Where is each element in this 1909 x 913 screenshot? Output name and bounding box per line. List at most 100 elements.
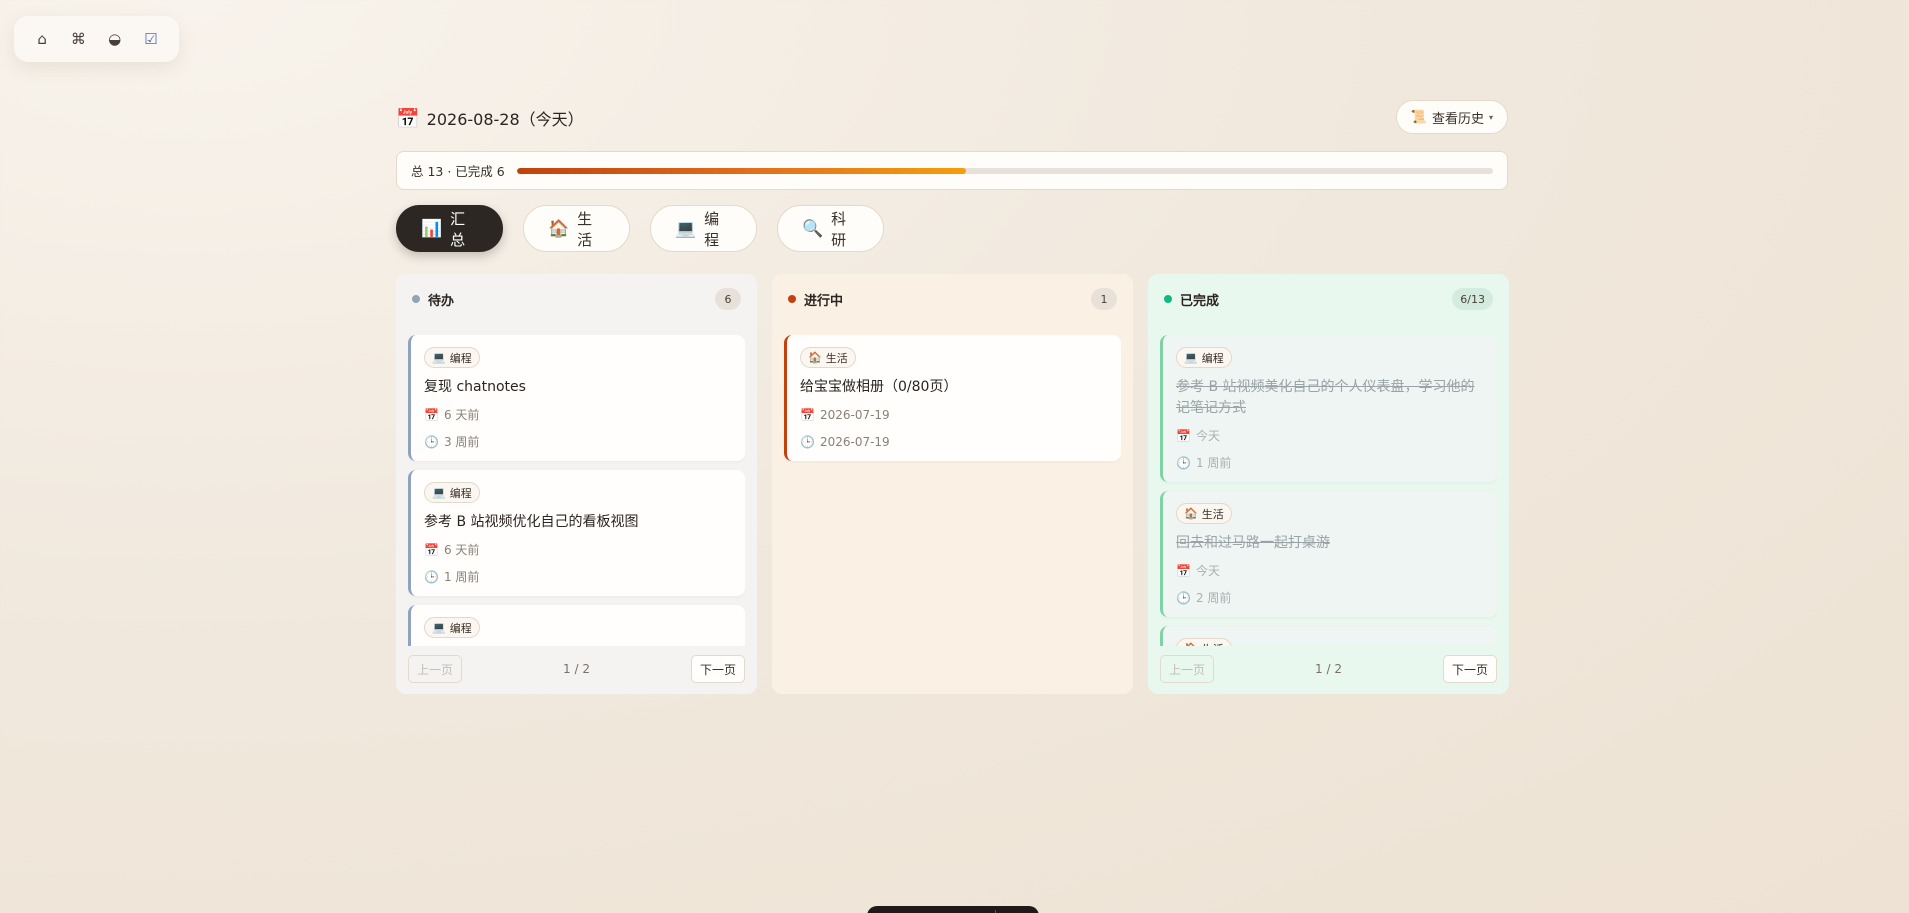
pagination: 上一页 1 / 2 下一页 bbox=[408, 654, 745, 684]
task-card[interactable]: 💻 编程 参考 B 站视频优化自己的看板视图 📅 6 天前 🕒 1 周前 bbox=[408, 470, 745, 596]
column-in-progress: 进行中 1 🏠 生活 给宝宝做相册（0/80页） 📅 2026-07-19 🕒 202… bbox=[772, 274, 1133, 694]
date-text: 2026-07-19 bbox=[819, 408, 890, 422]
laptop-icon: 💻 bbox=[1184, 351, 1198, 364]
date-text: 6 天前 bbox=[443, 408, 480, 422]
column-title: 已完成 bbox=[1180, 293, 1220, 309]
progress-fill bbox=[516, 167, 966, 174]
card-date: 📅 今天 bbox=[1176, 563, 1483, 580]
task-card[interactable]: 🏠 生活 回去和过马路一起打桌游 📅 今天 🕒 2 周前 bbox=[1160, 491, 1497, 617]
badge-label: 编程 bbox=[449, 351, 472, 365]
calendar-icon: 📅 bbox=[1176, 564, 1191, 578]
theme-toggle-icon[interactable]: ◒ bbox=[101, 25, 129, 53]
time-text: 1 周前 bbox=[443, 570, 480, 584]
category-badge: 🏠生活 bbox=[1176, 503, 1232, 524]
category-badge: 🏠生活 bbox=[1176, 638, 1232, 646]
progress-summary: 总 13 · 已完成 6 bbox=[396, 151, 1508, 190]
task-card[interactable]: 💻 编程 复现 chatnotes 📅 6 天前 🕒 3 周前 bbox=[408, 335, 745, 461]
card-title: 复现 chatnotes bbox=[424, 379, 526, 395]
category-badge: 💻 编程 bbox=[424, 347, 480, 368]
calendar-icon: 📅 bbox=[424, 408, 439, 422]
tab-research[interactable]: 🔍 科研 bbox=[777, 205, 884, 252]
laptop-icon: 💻 bbox=[675, 218, 697, 239]
date-text: 6 天前 bbox=[443, 543, 480, 557]
clock-icon: 🕒 bbox=[1176, 456, 1191, 470]
task-card[interactable]: 🏠 生活 bbox=[1160, 626, 1497, 646]
time-text: 2 周前 bbox=[1195, 591, 1232, 605]
time-text: 1 周前 bbox=[1195, 456, 1232, 470]
tasks-icon[interactable]: ☑ bbox=[137, 25, 165, 53]
tab-label: 汇总 bbox=[450, 209, 466, 249]
task-card[interactable]: 🏠 生活 给宝宝做相册（0/80页） 📅 2026-07-19 🕒 2026-07-1… bbox=[784, 335, 1121, 461]
card-title: 回去和过马路一起打桌游 bbox=[1176, 535, 1330, 551]
badge-label: 编程 bbox=[1201, 351, 1224, 365]
count-badge: 1 bbox=[1091, 288, 1117, 310]
clock-icon: 🕒 bbox=[1176, 591, 1191, 605]
category-badge: 💻 编程 bbox=[1176, 347, 1232, 368]
badge-label: 生活 bbox=[825, 351, 848, 365]
badge-label: 生活 bbox=[1201, 507, 1224, 521]
next-page-button[interactable]: 下一页 bbox=[1442, 655, 1497, 683]
tab-life[interactable]: 🏠 生活 bbox=[523, 205, 630, 252]
category-badge: 💻 编程 bbox=[424, 617, 480, 638]
house-icon: 🏠 bbox=[808, 351, 822, 364]
chevron-down-icon: ▾ bbox=[1488, 112, 1493, 122]
card-title: 给宝宝做相册（0/80页） bbox=[800, 379, 958, 395]
column-title: 进行中 bbox=[804, 293, 844, 309]
column-header: 已完成 6/13 bbox=[1148, 274, 1509, 324]
progress-text: 总 13 · 已完成 6 bbox=[411, 164, 505, 179]
tab-summary[interactable]: 📊 汇总 bbox=[396, 205, 503, 252]
bottom-dock[interactable] bbox=[867, 906, 1039, 913]
laptop-icon: 💻 bbox=[432, 486, 446, 499]
card-list: 🏠 生活 给宝宝做相册（0/80页） 📅 2026-07-19 🕒 2026-07-1… bbox=[784, 335, 1121, 646]
card-date: 📅 6 天前 bbox=[424, 407, 731, 424]
column-header: 待办 6 bbox=[396, 274, 757, 324]
task-card[interactable]: 💻 编程 参考 B 站视频美化自己的个人仪表盘，学习他的记笔记方式 📅 今天 🕒 1 … bbox=[1160, 335, 1497, 482]
home-icon[interactable]: ⌂ bbox=[28, 25, 56, 53]
status-dot bbox=[788, 295, 796, 303]
laptop-icon: 💻 bbox=[432, 351, 446, 364]
status-dot bbox=[412, 295, 420, 303]
column-done: 已完成 6/13 💻 编程 参考 B 站视频美化自己的个人仪表盘，学习他的记笔记方… bbox=[1148, 274, 1509, 694]
card-list: 💻 编程 复现 chatnotes 📅 6 天前 🕒 3 周前 💻 编程 参考 B 站视… bbox=[408, 335, 745, 646]
card-list: 💻 编程 参考 B 站视频美化自己的个人仪表盘，学习他的记笔记方式 📅 今天 🕒 1 … bbox=[1160, 335, 1497, 646]
clock-icon: 🕒 bbox=[424, 435, 439, 449]
badge-label: 生活 bbox=[1202, 641, 1224, 647]
next-page-button[interactable]: 下一页 bbox=[690, 655, 745, 683]
view-history-label: 查看历史 bbox=[1431, 111, 1484, 127]
card-time: 🕒 2026-07-19 bbox=[800, 434, 1107, 451]
card-time: 🕒 2 周前 bbox=[1176, 590, 1483, 607]
view-history-button[interactable]: 📜 查看历史 ▾ bbox=[1395, 100, 1508, 134]
badge-label: 编程 bbox=[449, 621, 472, 635]
category-tabs: 📊 汇总 🏠 生活 💻 编程 🔍 科研 bbox=[396, 205, 884, 252]
badge-label: 编程 bbox=[449, 486, 472, 500]
calendar-icon: 📅 bbox=[424, 543, 439, 557]
card-title: 参考 B 站视频优化自己的看板视图 bbox=[424, 514, 639, 530]
column-todo: 待办 6 💻 编程 复现 chatnotes 📅 6 天前 🕒 3 周前 💻 编程 参考… bbox=[396, 274, 757, 694]
laptop-icon: 💻 bbox=[432, 621, 446, 634]
calendar-icon: 📅 bbox=[800, 408, 815, 422]
page-info: 1 / 2 bbox=[563, 662, 590, 676]
count-badge: 6 bbox=[715, 288, 741, 310]
floating-nav: ⌂ ⌘ ◒ ☑ bbox=[14, 16, 179, 62]
calendar-icon: 📅 bbox=[1176, 429, 1191, 443]
page-header: 📅 2026-08-28（今天） 📜 查看历史 ▾ bbox=[396, 100, 1508, 134]
card-date: 📅 2026-07-19 bbox=[800, 407, 1107, 424]
scroll-icon: 📜 bbox=[1410, 109, 1427, 125]
card-time: 🕒 1 周前 bbox=[1176, 455, 1483, 472]
tab-label: 生活 bbox=[577, 209, 593, 249]
task-card[interactable]: 💻 编程 bbox=[408, 605, 745, 646]
column-header: 进行中 1 bbox=[772, 274, 1133, 324]
prev-page-button[interactable]: 上一页 bbox=[408, 655, 463, 683]
pagination: 上一页 1 / 2 下一页 bbox=[1160, 654, 1497, 684]
count-badge: 6/13 bbox=[1452, 288, 1493, 310]
time-text: 3 周前 bbox=[443, 435, 480, 449]
tab-label: 科研 bbox=[831, 209, 847, 249]
category-badge: 💻 编程 bbox=[424, 482, 480, 503]
column-title: 待办 bbox=[428, 293, 455, 309]
command-icon[interactable]: ⌘ bbox=[64, 25, 92, 53]
tab-programming[interactable]: 💻 编程 bbox=[650, 205, 757, 252]
prev-page-button[interactable]: 上一页 bbox=[1160, 655, 1215, 683]
clock-icon: 🕒 bbox=[424, 570, 439, 584]
card-date: 📅 今天 bbox=[1176, 428, 1483, 445]
status-dot bbox=[1164, 295, 1172, 303]
